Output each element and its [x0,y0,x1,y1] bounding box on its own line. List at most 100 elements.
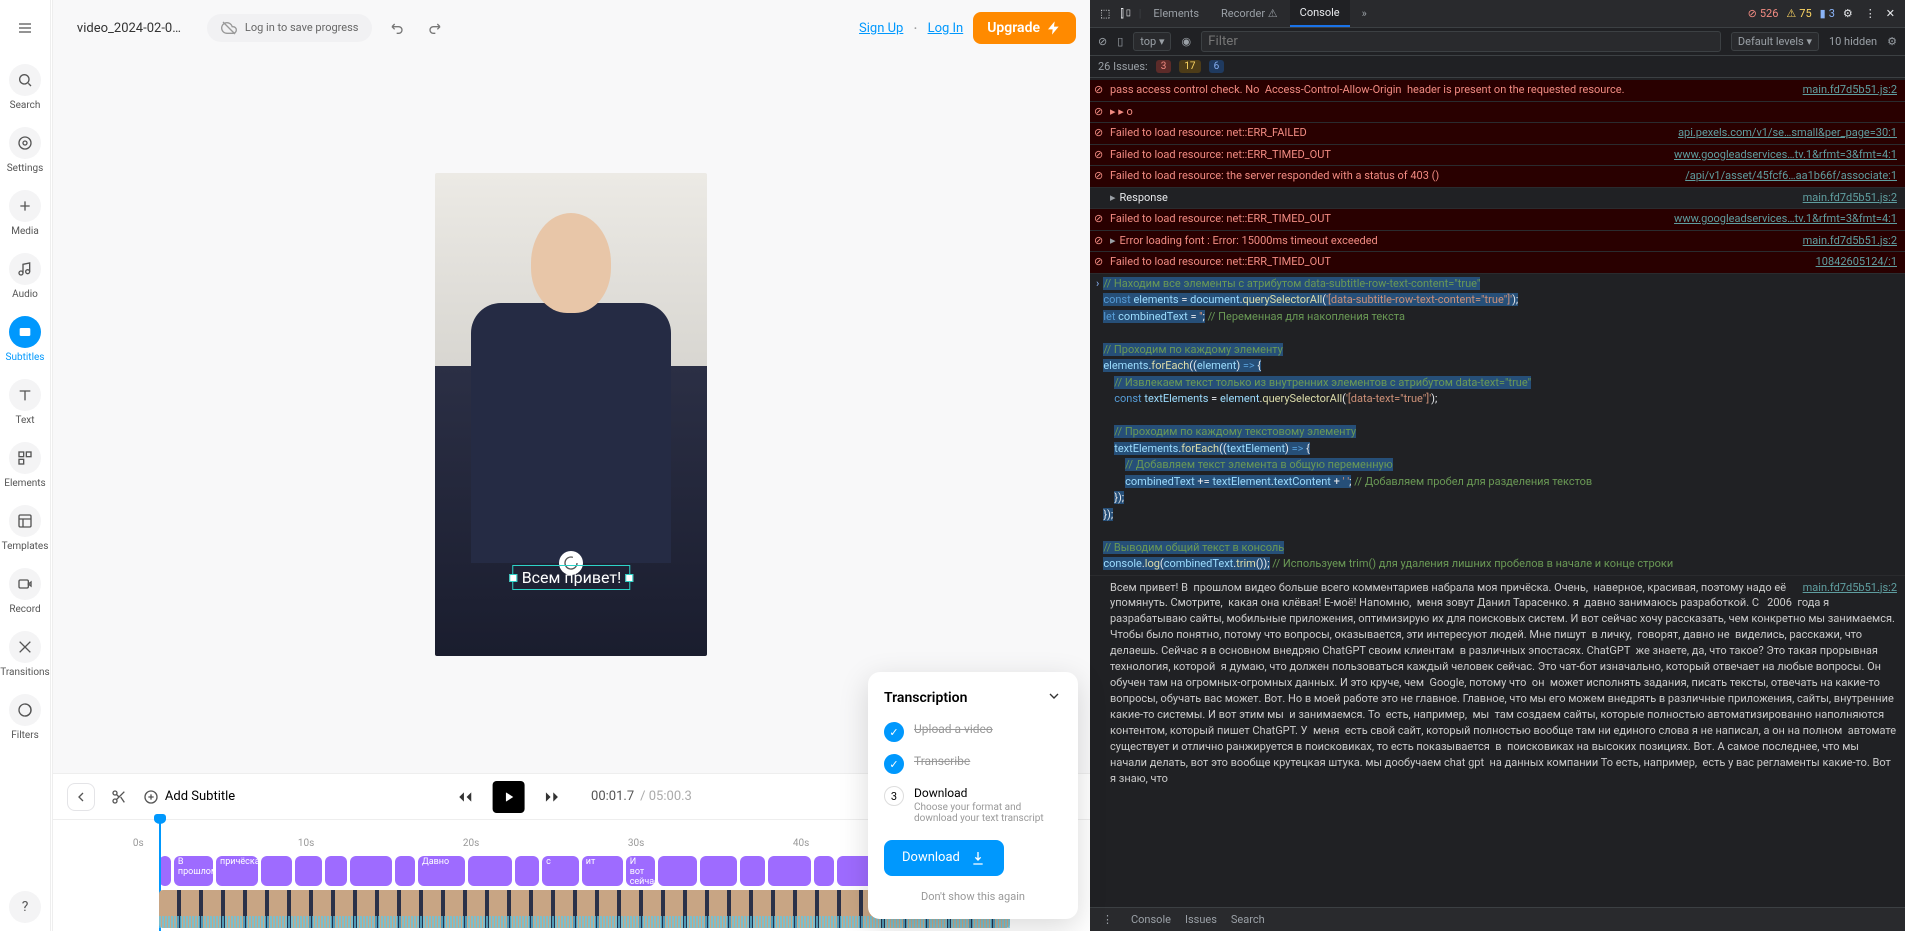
console-line[interactable]: ▸Responsemain.fd7d5b51.js:2 [1090,188,1905,210]
drawer-console[interactable]: Console [1131,913,1171,926]
timeline-clip[interactable]: ит [582,856,623,886]
console-line[interactable]: ▸Error loading font : Error: 15000ms tim… [1090,231,1905,253]
warning-count[interactable]: ⚠ 75 [1786,7,1811,20]
device-icon[interactable]: ⫿▯ [1116,7,1136,21]
timeline-clip[interactable] [700,856,737,886]
timeline-clip[interactable]: Давно [418,856,465,886]
main-area: video_2024-02-07_... Log in to save prog… [53,0,1090,931]
console-line[interactable]: ▸ ▸ o [1090,102,1905,124]
transitions-icon [9,631,41,663]
step-upload: ✓Upload a video [884,722,1062,742]
help-button[interactable]: ? [0,883,50,931]
info-count[interactable]: ▮ 3 [1820,7,1835,20]
console-output-text: main.fd7d5b51.js:2Всем привет! В прошлом… [1090,576,1905,791]
drawer-issues[interactable]: Issues [1185,913,1217,926]
eye-icon[interactable]: ◉ [1181,35,1191,48]
sidebar-toggle-icon[interactable]: ▯ [1117,35,1123,48]
timeline-clip[interactable] [768,856,811,886]
sidebar-item-elements[interactable]: Elements [0,434,50,497]
inspect-icon[interactable]: ⬚ [1096,7,1114,20]
timeline-clip[interactable] [468,856,512,886]
sidebar-item-search[interactable]: Search [0,56,50,119]
console-toolbar: ⊘ ▯ top ▾ ◉ Default levels ▾ 10 hidden ⚙ [1090,28,1905,56]
timeline-clip[interactable] [325,856,347,886]
clear-icon[interactable]: ⊘ [1098,35,1107,48]
console-line[interactable]: pass access control check. No Access-Con… [1090,80,1905,102]
download-button[interactable]: Download [884,840,1004,876]
upgrade-button[interactable]: Upgrade [973,12,1076,44]
console-output[interactable]: pass access control check. No Access-Con… [1090,78,1905,907]
gear-icon[interactable]: ⚙ [1837,7,1859,20]
timeline-clip[interactable] [261,856,292,886]
gear-icon[interactable]: ⚙ [1887,35,1897,48]
console-line[interactable]: Failed to load resource: the server resp… [1090,166,1905,188]
error-count[interactable]: ⊘ 526 [1748,7,1779,20]
subtitles-icon [9,316,41,348]
sidebar-item-transitions[interactable]: Transitions [0,623,50,686]
timeline-clip[interactable]: В прошлом [174,856,213,886]
timeline-clip[interactable] [295,856,322,886]
devtools: ⬚ ⫿▯ | Elements Recorder ⚠ Console » ⊘ 5… [1090,0,1905,931]
project-title[interactable]: video_2024-02-07_... [67,15,197,42]
console-input[interactable]: ›// Находим все элементы с атрибутом dat… [1090,274,1905,576]
text-icon [9,379,41,411]
console-line[interactable]: Failed to load resource: net::ERR_FAILED… [1090,123,1905,145]
timeline-clip[interactable] [740,856,765,886]
subtitle-overlay[interactable]: Всем привет! [513,565,630,590]
timeline-clip[interactable] [515,856,539,886]
split-button[interactable] [105,783,133,811]
login-hint[interactable]: Log in to save progress [207,14,373,42]
devtools-tabs: ⬚ ⫿▯ | Elements Recorder ⚠ Console » ⊘ 5… [1090,0,1905,28]
timeline-clip[interactable]: И вот сейчас [626,856,655,886]
sidebar: SearchSettingsMediaAudioSubtitlesTextEle… [0,0,51,931]
console-line[interactable]: Failed to load resource: net::ERR_TIMED_… [1090,209,1905,231]
drawer-search[interactable]: Search [1231,913,1265,926]
sidebar-item-subtitles[interactable]: Subtitles [0,308,50,371]
plus-icon [9,190,41,222]
templates-icon [9,505,41,537]
timeline-clip[interactable] [395,856,415,886]
note-icon [9,253,41,285]
hidden-count[interactable]: 10 hidden [1829,35,1877,48]
sidebar-item-text[interactable]: Text [0,371,50,434]
chevron-down-icon[interactable] [1046,688,1062,708]
search-icon [9,64,41,96]
timeline-clip[interactable]: причёска. [216,856,258,886]
timeline-clip[interactable] [814,856,834,886]
timeline-clip[interactable]: с [542,856,579,886]
tab-more[interactable]: » [1352,1,1377,26]
forward-button[interactable] [539,783,567,811]
timeline-clip[interactable] [350,856,392,886]
sidebar-item-settings[interactable]: Settings [0,119,50,182]
console-line[interactable]: Failed to load resource: net::ERR_TIMED_… [1090,252,1905,274]
tab-elements[interactable]: Elements [1143,1,1209,26]
play-button[interactable] [493,781,525,813]
add-subtitle-button[interactable]: Add Subtitle [143,789,235,805]
sidebar-item-filters[interactable]: Filters [0,686,50,749]
kebab-icon[interactable]: ⋮ [1861,7,1880,20]
rewind-button[interactable] [451,783,479,811]
levels-select[interactable]: Default levels ▾ [1731,32,1819,51]
sidebar-item-audio[interactable]: Audio [0,245,50,308]
filter-input[interactable] [1201,31,1721,52]
log-in-link[interactable]: Log In [928,21,964,36]
close-icon[interactable]: ✕ [1882,7,1899,20]
video-canvas[interactable]: Всем привет! [53,56,1090,773]
sign-up-link[interactable]: Sign Up [859,21,903,36]
timeline-clip[interactable] [658,856,697,886]
sidebar-item-media[interactable]: Media [0,182,50,245]
redo-button[interactable] [418,12,450,44]
tab-console[interactable]: Console [1290,0,1350,27]
undo-button[interactable] [382,12,414,44]
tab-recorder[interactable]: Recorder ⚠ [1211,1,1288,26]
dismiss-link[interactable]: Don't show this again [884,890,1062,903]
context-select[interactable]: top ▾ [1133,32,1171,51]
back-button[interactable] [67,783,95,811]
drawer-tabs: ⋮ Console Issues Search [1090,907,1905,931]
menu-icon[interactable] [9,12,41,44]
sidebar-item-templates[interactable]: Templates [0,497,50,560]
console-line[interactable]: Failed to load resource: net::ERR_TIMED_… [1090,145,1905,167]
step-transcribe: ✓Transcribe [884,754,1062,774]
issues-bar[interactable]: 26 Issues: 3 17 6 [1090,56,1905,78]
sidebar-item-record[interactable]: Record [0,560,50,623]
